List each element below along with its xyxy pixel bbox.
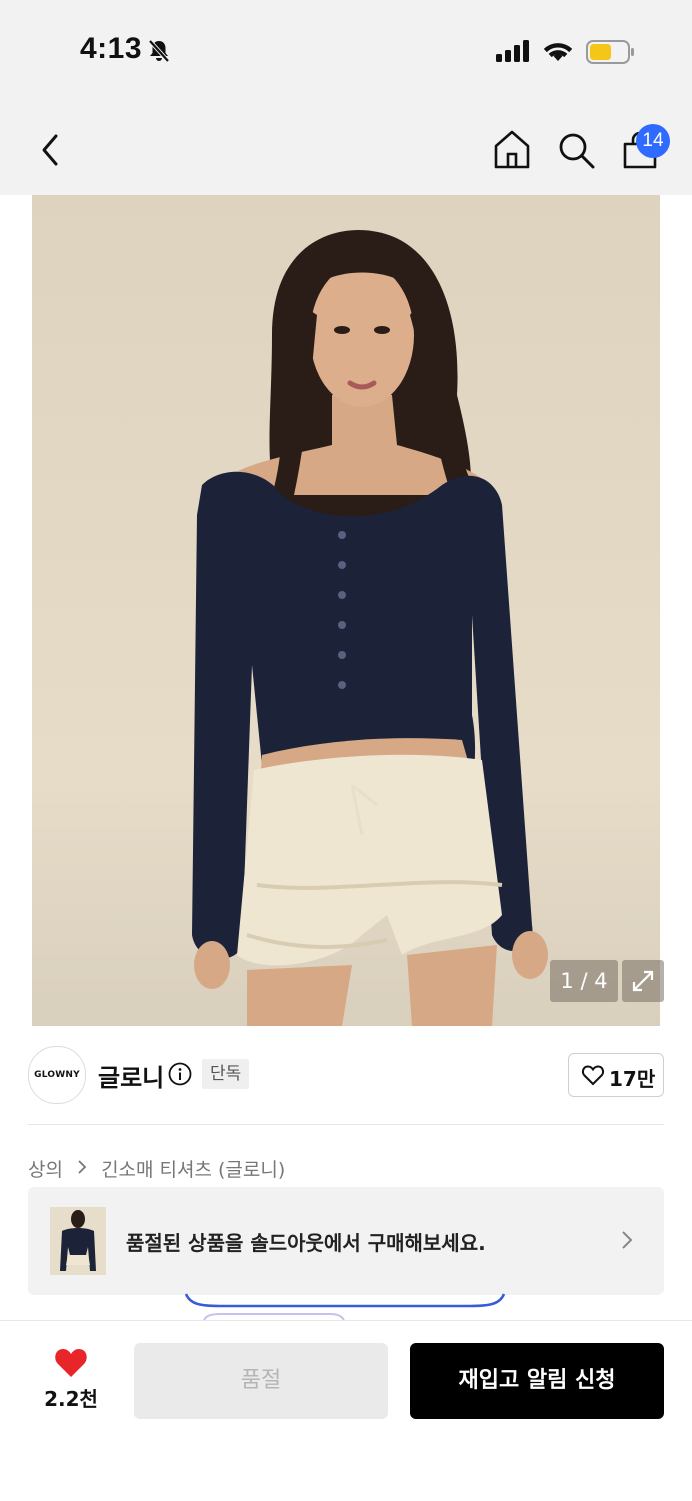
banner-text: 품절된 상품을 솔드아웃에서 구매해보세요. [126, 1231, 486, 1255]
brand-like-button[interactable]: 17만 [568, 1053, 664, 1097]
banner-thumbnail [50, 1207, 106, 1275]
soldout-button: 품절 [134, 1343, 388, 1419]
battery-icon [586, 39, 636, 69]
exclusive-badge: 단독 [202, 1059, 250, 1089]
brand-like-count: 17만 [609, 1067, 656, 1091]
back-chevron-icon[interactable] [36, 130, 66, 170]
top-navigation-bar [0, 100, 692, 195]
status-time: 4:13 [80, 32, 143, 65]
brand-row: GLOWNY 글로니 단독 17만 [28, 1046, 664, 1106]
chevron-right-icon [620, 1229, 634, 1255]
heart-filled-icon [36, 1347, 106, 1379]
breadcrumb-category[interactable]: 상의 [28, 1159, 63, 1181]
info-icon[interactable] [168, 1062, 192, 1090]
wishlist-count: 2.2천 [44, 1387, 98, 1411]
bottom-action-bar: 2.2천 품절 재입고 알림 신청 [0, 1320, 692, 1501]
status-bar: 4:13 [0, 0, 692, 100]
soldout-promo-banner[interactable]: 품절된 상품을 솔드아웃에서 구매해보세요. [28, 1187, 664, 1295]
expand-arrows-icon[interactable] [622, 960, 664, 1002]
breadcrumb-product[interactable]: 긴소매 티셔츠 (글로니) [101, 1159, 285, 1181]
home-icon[interactable] [492, 128, 532, 170]
chevron-right-icon [77, 1158, 87, 1180]
brand-logo[interactable]: GLOWNY [28, 1046, 86, 1104]
bell-muted-icon [146, 38, 172, 68]
wishlist-button[interactable]: 2.2천 [36, 1347, 106, 1412]
brand-name[interactable]: 글로니 [98, 1058, 164, 1093]
cart-count-badge: 14 [636, 124, 670, 158]
breadcrumb: 상의 긴소매 티셔츠 (글로니) [28, 1155, 285, 1182]
wifi-icon [542, 38, 574, 66]
restock-alert-button[interactable]: 재입고 알림 신청 [410, 1343, 664, 1419]
product-image[interactable] [32, 195, 660, 1026]
cellular-signal-icon [496, 40, 532, 66]
image-counter: 1 / 4 [550, 960, 618, 1002]
divider [28, 1124, 664, 1125]
search-icon[interactable] [556, 130, 596, 170]
